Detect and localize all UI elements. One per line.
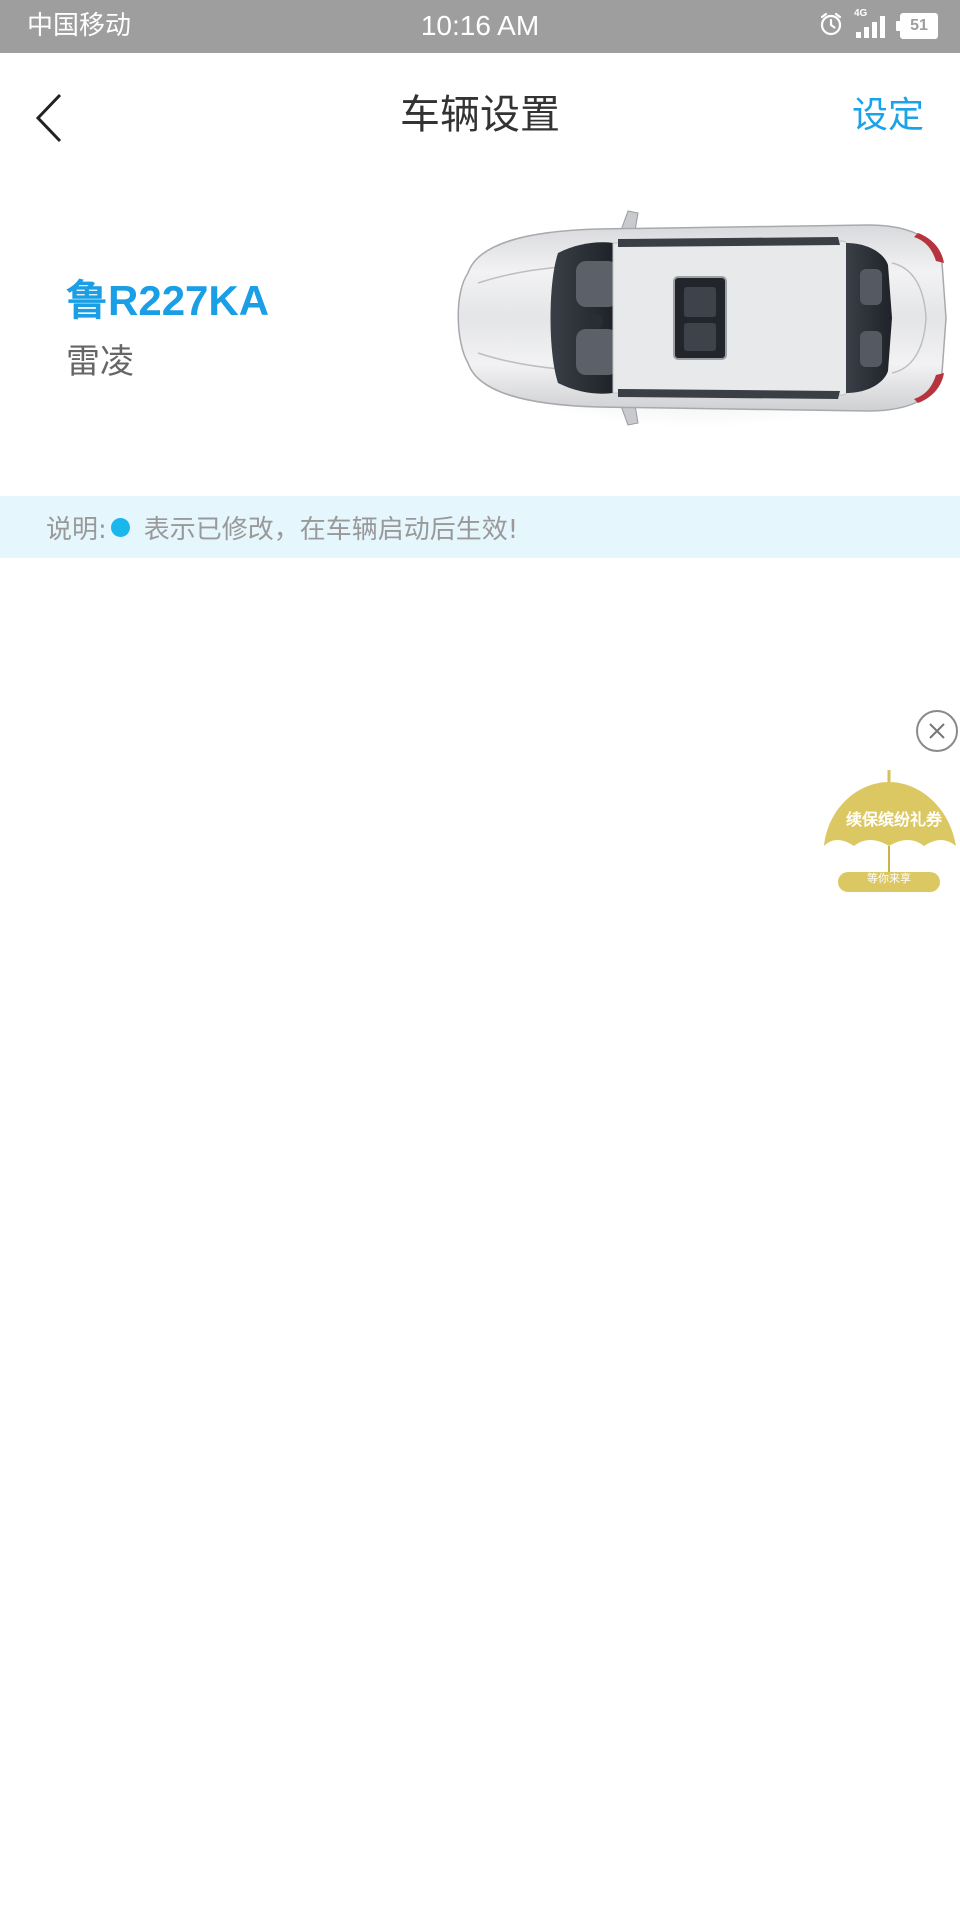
car-model: 雷凌 xyxy=(66,342,134,382)
alarm-icon xyxy=(818,11,844,41)
notice-text: 表示已修改，在车辆启动后生效! xyxy=(143,514,519,545)
insurance-promo-widget[interactable]: 续保缤纷礼券 等你来享 xyxy=(818,768,960,898)
car-top-view-image xyxy=(448,210,948,428)
car-info-card: 鲁R227KA 雷凌 xyxy=(0,181,960,496)
signal-icon: 4G xyxy=(854,8,890,40)
modified-indicator-dot xyxy=(110,517,130,537)
close-icon xyxy=(929,723,945,739)
page-title: 车辆设置 xyxy=(400,92,560,138)
promo-subtitle: 等你来享 xyxy=(867,872,911,885)
license-plate: 鲁R227KA xyxy=(66,277,270,324)
promo-title: 续保缤纷礼券 xyxy=(845,810,942,829)
app-screen: 中国移动 10:16 AM 4G 51 车辆设置 设定 鲁R227KA 雷凌 说… xyxy=(0,0,960,1920)
promo-close-button[interactable] xyxy=(916,710,958,752)
status-bar: 中国移动 10:16 AM 4G 51 xyxy=(0,0,960,53)
status-icons: 4G 51 xyxy=(818,8,938,42)
notice-banner: 说明: 表示已修改，在车辆启动后生效! xyxy=(0,496,960,558)
status-time: 10:16 AM xyxy=(420,10,540,41)
notice-label: 说明: xyxy=(46,514,107,545)
nav-bar: 车辆设置 设定 xyxy=(0,53,960,181)
set-button[interactable]: 设定 xyxy=(852,91,924,141)
battery-icon: 51 xyxy=(896,13,938,39)
